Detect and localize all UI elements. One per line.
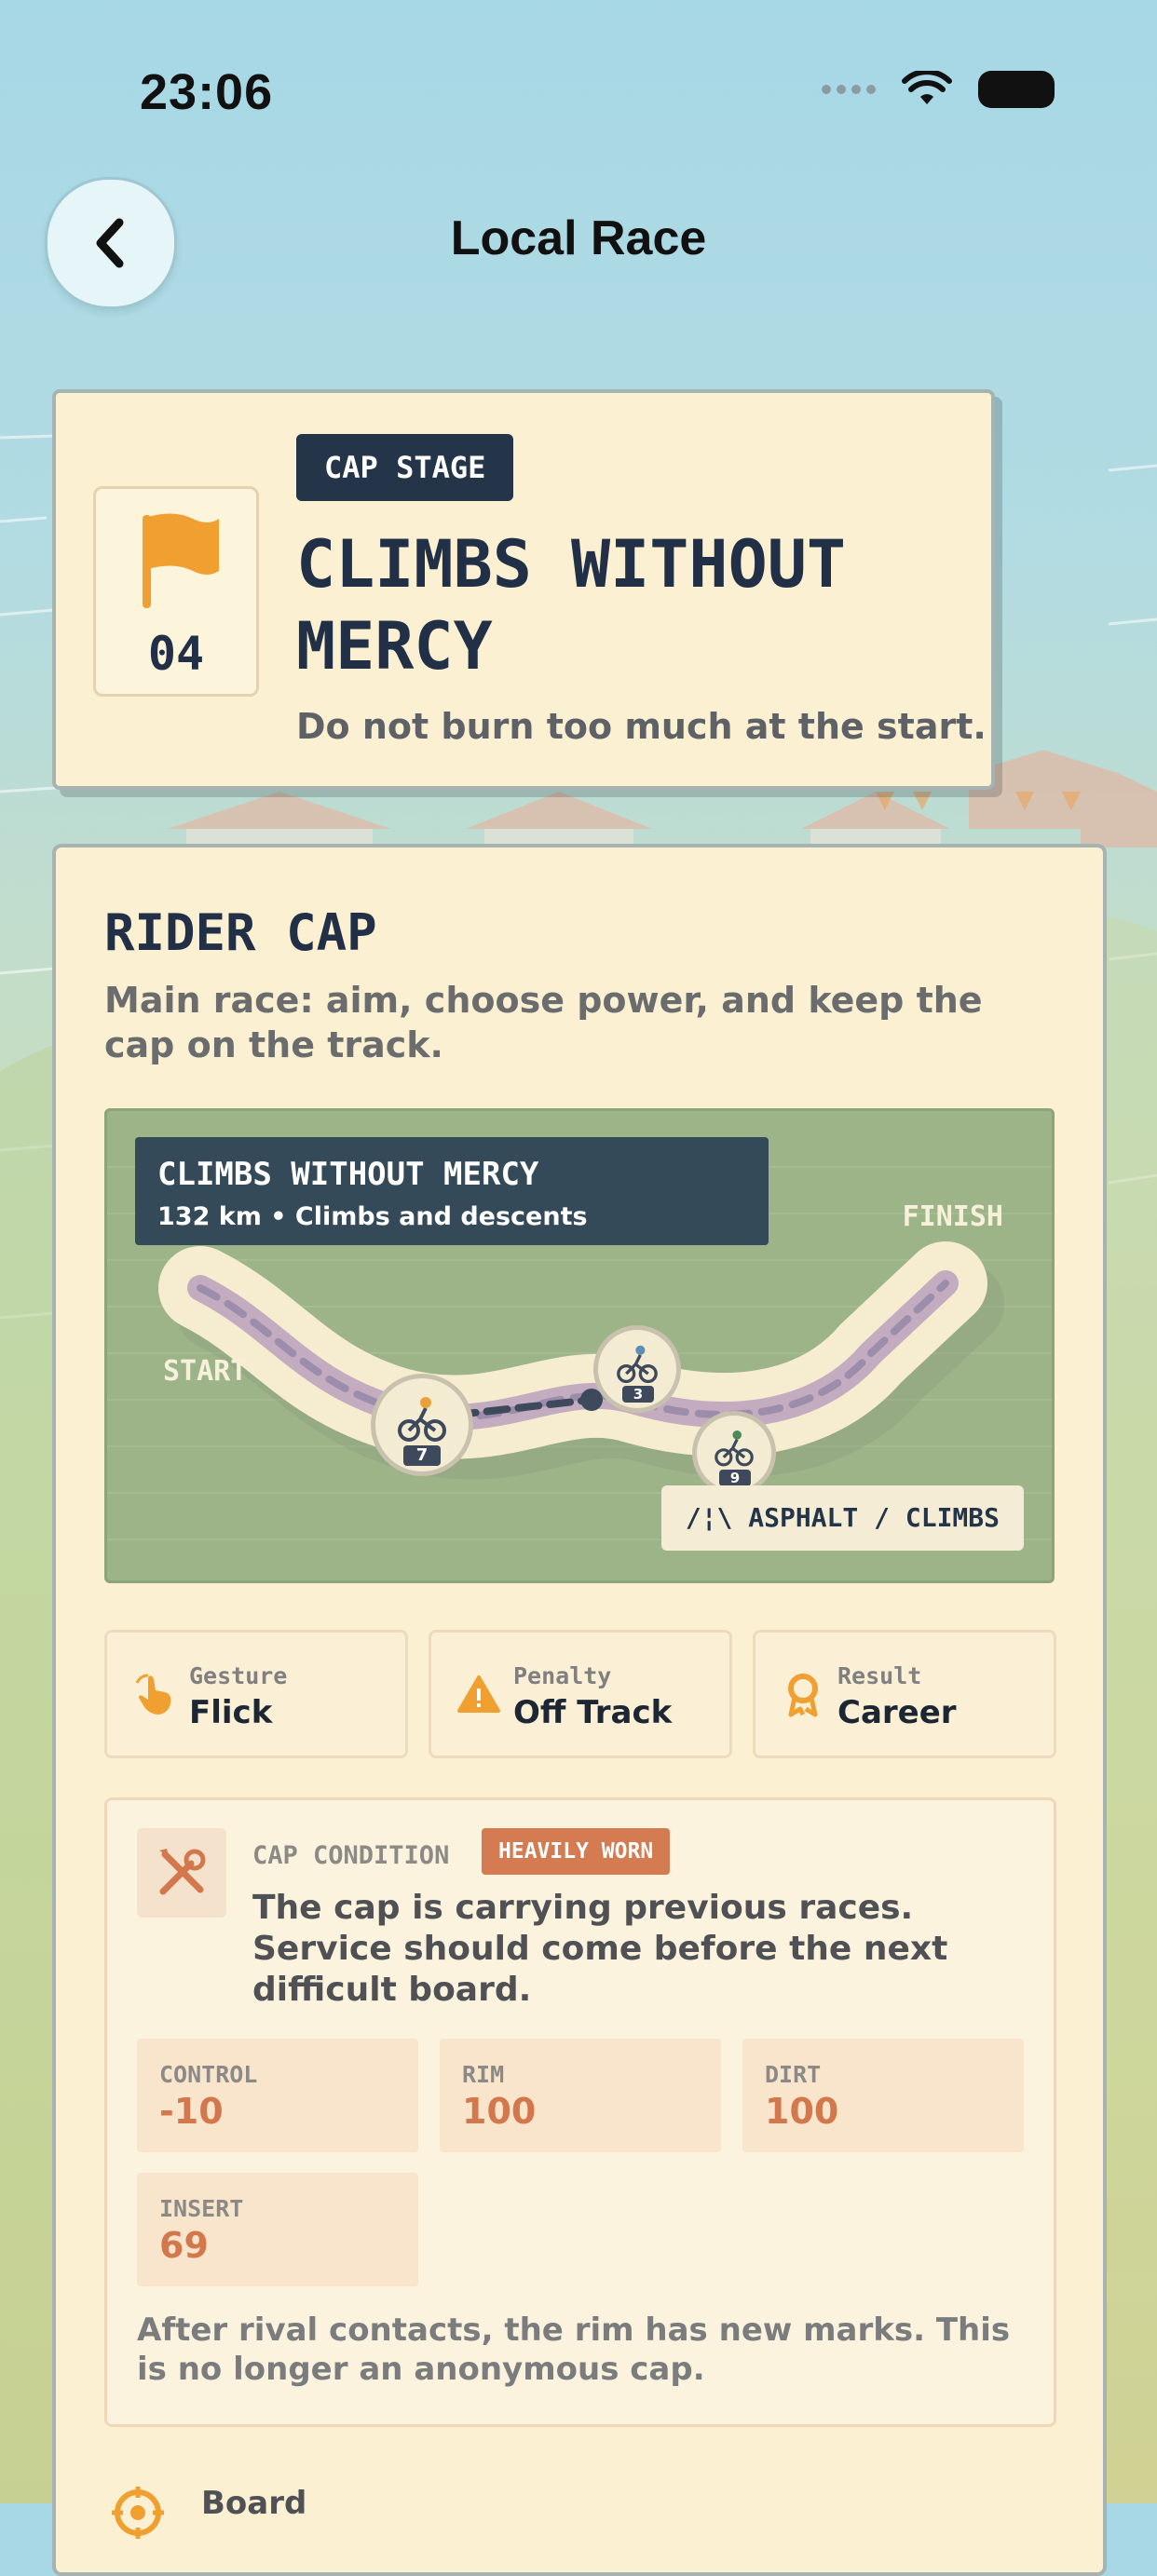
status-bar: 23:06 [0, 0, 1157, 186]
rider-number: 9 [719, 1470, 751, 1486]
target-icon [112, 2487, 164, 2539]
info-tile-label: Result [837, 1662, 922, 1689]
info-tile-result: Result Career [753, 1630, 1056, 1758]
track-details: 132 km • Climbs and descents [157, 1202, 588, 1231]
cap-condition-text: The cap is carrying previous races. Serv… [252, 1889, 948, 2009]
stat-label: DIRT [765, 2061, 822, 2088]
rider-token[interactable]: 7 [371, 1374, 473, 1476]
stat-rim: RIM 100 [440, 2039, 721, 2152]
cap-condition-label: CAP CONDITION [252, 1841, 450, 1870]
board-label: Board [201, 2485, 307, 2522]
condition-status-badge: HEAVILY WORN [482, 1828, 671, 1875]
info-tile-value: Flick [189, 1694, 273, 1731]
board-row[interactable]: Board [104, 2475, 1036, 2550]
stat-label: INSERT [159, 2195, 244, 2222]
info-tile-gesture: Gesture Flick [104, 1630, 408, 1758]
stat-value: -10 [159, 2091, 224, 2132]
rider-token[interactable]: 3 [593, 1325, 681, 1413]
rider-cap-card: RIDER CAP Main race: aim, choose power, … [52, 844, 1107, 2576]
stage-title: CLIMBS WITHOUT MERCY [296, 526, 847, 685]
rider-number: 7 [403, 1445, 441, 1466]
stage-number-badge: 04 [93, 486, 259, 697]
status-time: 23:06 [140, 64, 274, 120]
stat-dirt: DIRT 100 [742, 2039, 1024, 2152]
cap-condition-icon-box [137, 1828, 226, 1918]
stat-value: 100 [462, 2091, 537, 2132]
rider-token[interactable]: 9 [692, 1411, 776, 1495]
rider-number: 3 [622, 1386, 654, 1403]
track-name: CLIMBS WITHOUT MERCY [157, 1156, 539, 1193]
track-map[interactable]: CLIMBS WITHOUT MERCY 132 km • Climbs and… [104, 1108, 1055, 1583]
status-icons [822, 71, 1055, 108]
tools-icon [159, 1849, 206, 1895]
stat-insert: INSERT 69 [137, 2173, 418, 2286]
stat-label: RIM [462, 2061, 505, 2088]
stat-value: 69 [159, 2225, 209, 2266]
stage-subtitle: Do not burn too much at the start. [296, 706, 987, 747]
cap-condition-card: CAP CONDITION HEAVILY WORN The cap is ca… [104, 1797, 1056, 2427]
stat-value: 100 [765, 2091, 839, 2132]
wifi-icon [902, 71, 952, 104]
section-title: RIDER CAP [104, 903, 377, 962]
stage-card: 04 CAP STAGE CLIMBS WITHOUT MERCY Do not… [52, 389, 995, 790]
battery-icon [978, 71, 1055, 108]
cap-condition-note: After rival contacts, the rim has new ma… [137, 2312, 1011, 2388]
stage-number: 04 [147, 627, 205, 681]
hand-pointer-icon [135, 1674, 171, 1715]
info-tile-value: Off Track [513, 1694, 673, 1731]
info-tile-label: Penalty [513, 1662, 612, 1689]
info-tile-penalty: Penalty Off Track [429, 1630, 732, 1758]
info-tile-value: Career [837, 1694, 957, 1731]
page-title: Local Race [450, 211, 707, 265]
track-info-box: CLIMBS WITHOUT MERCY 132 km • Climbs and… [135, 1137, 769, 1245]
stat-control: CONTROL -10 [137, 2039, 418, 2152]
surface-chip: /¦\ ASPHALT / CLIMBS [660, 1485, 1024, 1551]
info-tile-label: Gesture [189, 1662, 288, 1689]
award-icon [788, 1674, 818, 1717]
stage-type-chip: CAP STAGE [296, 434, 514, 501]
signal-icon [822, 85, 876, 94]
stat-label: CONTROL [159, 2061, 258, 2088]
start-label: START [163, 1355, 248, 1388]
flag-icon [143, 513, 219, 608]
warning-icon [457, 1675, 500, 1713]
section-description: Main race: aim, choose power, and keep t… [104, 980, 983, 1065]
finish-label: FINISH [902, 1200, 1003, 1233]
